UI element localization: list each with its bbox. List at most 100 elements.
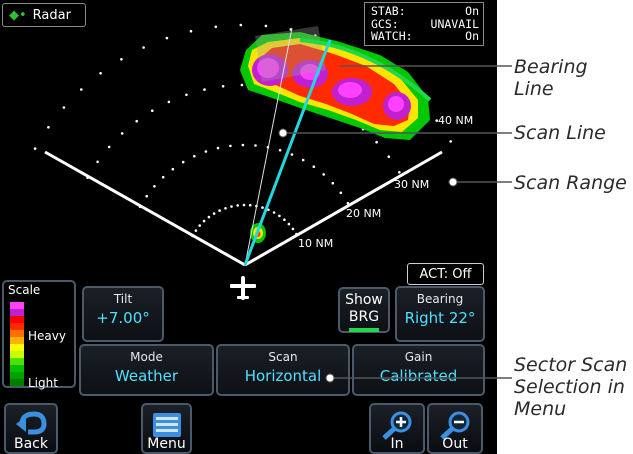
range-ring-dot	[230, 205, 233, 208]
scale-swatch	[10, 358, 24, 365]
range-ring-dot	[202, 219, 206, 223]
mode-button[interactable]: Mode Weather	[79, 344, 214, 396]
back-button[interactable]: Back	[4, 403, 58, 454]
range-label-20: 20 NM	[346, 207, 381, 220]
range-ring-dot	[161, 175, 165, 179]
range-ring-dot	[185, 93, 188, 97]
scale-swatch	[10, 316, 24, 323]
range-ring-dot	[239, 23, 243, 27]
sector-right-edge	[244, 150, 443, 267]
range-ring-dot	[290, 153, 294, 156]
scale-swatch	[10, 330, 24, 337]
scale-heavy-label: Heavy	[28, 329, 66, 343]
range-ring-dot	[153, 185, 156, 188]
range-ring-dot	[254, 144, 257, 147]
scale-swatch	[10, 372, 24, 379]
scale-swatch	[10, 344, 24, 351]
range-ring-dot	[387, 155, 391, 158]
scale-light-label: Light	[28, 376, 58, 390]
range-ring-dot	[264, 24, 268, 28]
range-ring-dot	[375, 140, 378, 144]
status-box: STAB: On GCS: UNAVAIL WATCH: On	[364, 2, 484, 46]
range-ring-dot	[167, 100, 171, 104]
range-ring-dot	[120, 132, 124, 135]
range-label-10: 10 NM	[298, 237, 333, 250]
callout-scan-range: Scan Range	[514, 172, 627, 194]
range-ring-dot	[278, 148, 282, 152]
range-ring-dot	[204, 150, 208, 153]
range-label-40: 40 NM	[438, 114, 473, 127]
gain-button[interactable]: Gain Calibrated	[352, 344, 485, 396]
range-ring-dot	[203, 88, 206, 91]
scale-swatch	[10, 302, 24, 309]
act-status: ACT: Off	[407, 263, 484, 285]
range-ring-dot	[62, 106, 66, 109]
range-ring-dot	[165, 36, 169, 40]
range-ring-dot	[278, 214, 281, 218]
range-ring-dot	[107, 145, 111, 149]
menu-button[interactable]: Menu	[141, 403, 192, 454]
range-ring-dot	[283, 218, 286, 221]
range-ring-dot	[214, 25, 218, 29]
bearing-button[interactable]: Bearing Right 22°	[395, 286, 485, 342]
scale-swatch	[10, 323, 24, 330]
page-title-tab: ◆• Radar	[2, 3, 86, 27]
scale-swatch	[10, 309, 24, 316]
range-ring-dot	[142, 46, 145, 49]
range-ring-dot	[398, 171, 401, 174]
range-ring-dot	[241, 143, 245, 147]
range-ring-dot	[120, 58, 123, 61]
range-ring-dot	[216, 146, 220, 150]
range-ring-dot	[194, 229, 198, 232]
scale-swatch	[10, 379, 24, 386]
zoom-out-button[interactable]: Out	[427, 403, 483, 454]
range-ring-dot	[145, 194, 148, 198]
range-ring-dot	[207, 215, 211, 219]
range-ring-dot	[193, 154, 196, 158]
tilt-button[interactable]: Tilt +7.00°	[82, 286, 164, 342]
scale-title: Scale	[8, 283, 41, 297]
range-ring-dot	[181, 160, 185, 164]
range-ring-dot	[331, 181, 335, 185]
aircraft-icon	[230, 276, 256, 300]
radar-icon: ◆•	[9, 7, 27, 23]
scan-button[interactable]: Scan Horizontal	[216, 344, 350, 396]
show-bearing-indicator	[349, 328, 379, 332]
range-ring-dot	[229, 144, 232, 148]
range-ring-dot	[218, 209, 221, 212]
range-ring-dot	[339, 191, 343, 195]
range-ring-dot	[221, 85, 225, 88]
range-ring-dot	[322, 173, 326, 176]
status-row-stab: STAB: On	[371, 4, 479, 18]
range-ring-dot	[272, 211, 276, 214]
sector-left-edge	[44, 150, 246, 267]
range-ring-dot	[96, 160, 99, 164]
show-bearing-button[interactable]: Show BRG	[338, 287, 390, 333]
range-ring-dot	[236, 204, 239, 207]
range-ring-dot	[261, 206, 264, 209]
scale-swatch	[10, 351, 24, 358]
scale-swatch	[10, 337, 24, 344]
range-ring-dot	[189, 29, 193, 33]
page-title: Radar	[32, 7, 71, 23]
zoom-in-button[interactable]: In	[369, 403, 425, 454]
range-ring-dot	[171, 167, 175, 171]
range-ring-dot	[240, 83, 244, 87]
scale-swatch	[10, 365, 24, 372]
range-label-30: 30 NM	[394, 178, 429, 191]
range-ring-dot	[449, 140, 453, 143]
callout-scan-line: Scan Line	[514, 122, 606, 144]
range-ring-dot	[212, 212, 216, 215]
range-ring-dot	[135, 119, 138, 123]
callout-bearing-line: Bearing Line	[514, 56, 588, 100]
range-ring-dot	[99, 72, 102, 75]
range-ring-dot	[291, 227, 295, 231]
status-row-watch: WATCH: On	[371, 29, 479, 43]
range-ring-dot	[242, 203, 246, 207]
range-ring-dot	[198, 224, 201, 227]
color-scale-legend: Scale Heavy Light	[2, 280, 76, 390]
radar-screen: 40 NM 30 NM 20 NM 10 NM ◆• Radar STAB: On…	[0, 0, 497, 454]
scale-color-bar	[10, 302, 24, 386]
range-ring-dot	[224, 207, 227, 210]
range-ring-dot	[312, 165, 316, 168]
